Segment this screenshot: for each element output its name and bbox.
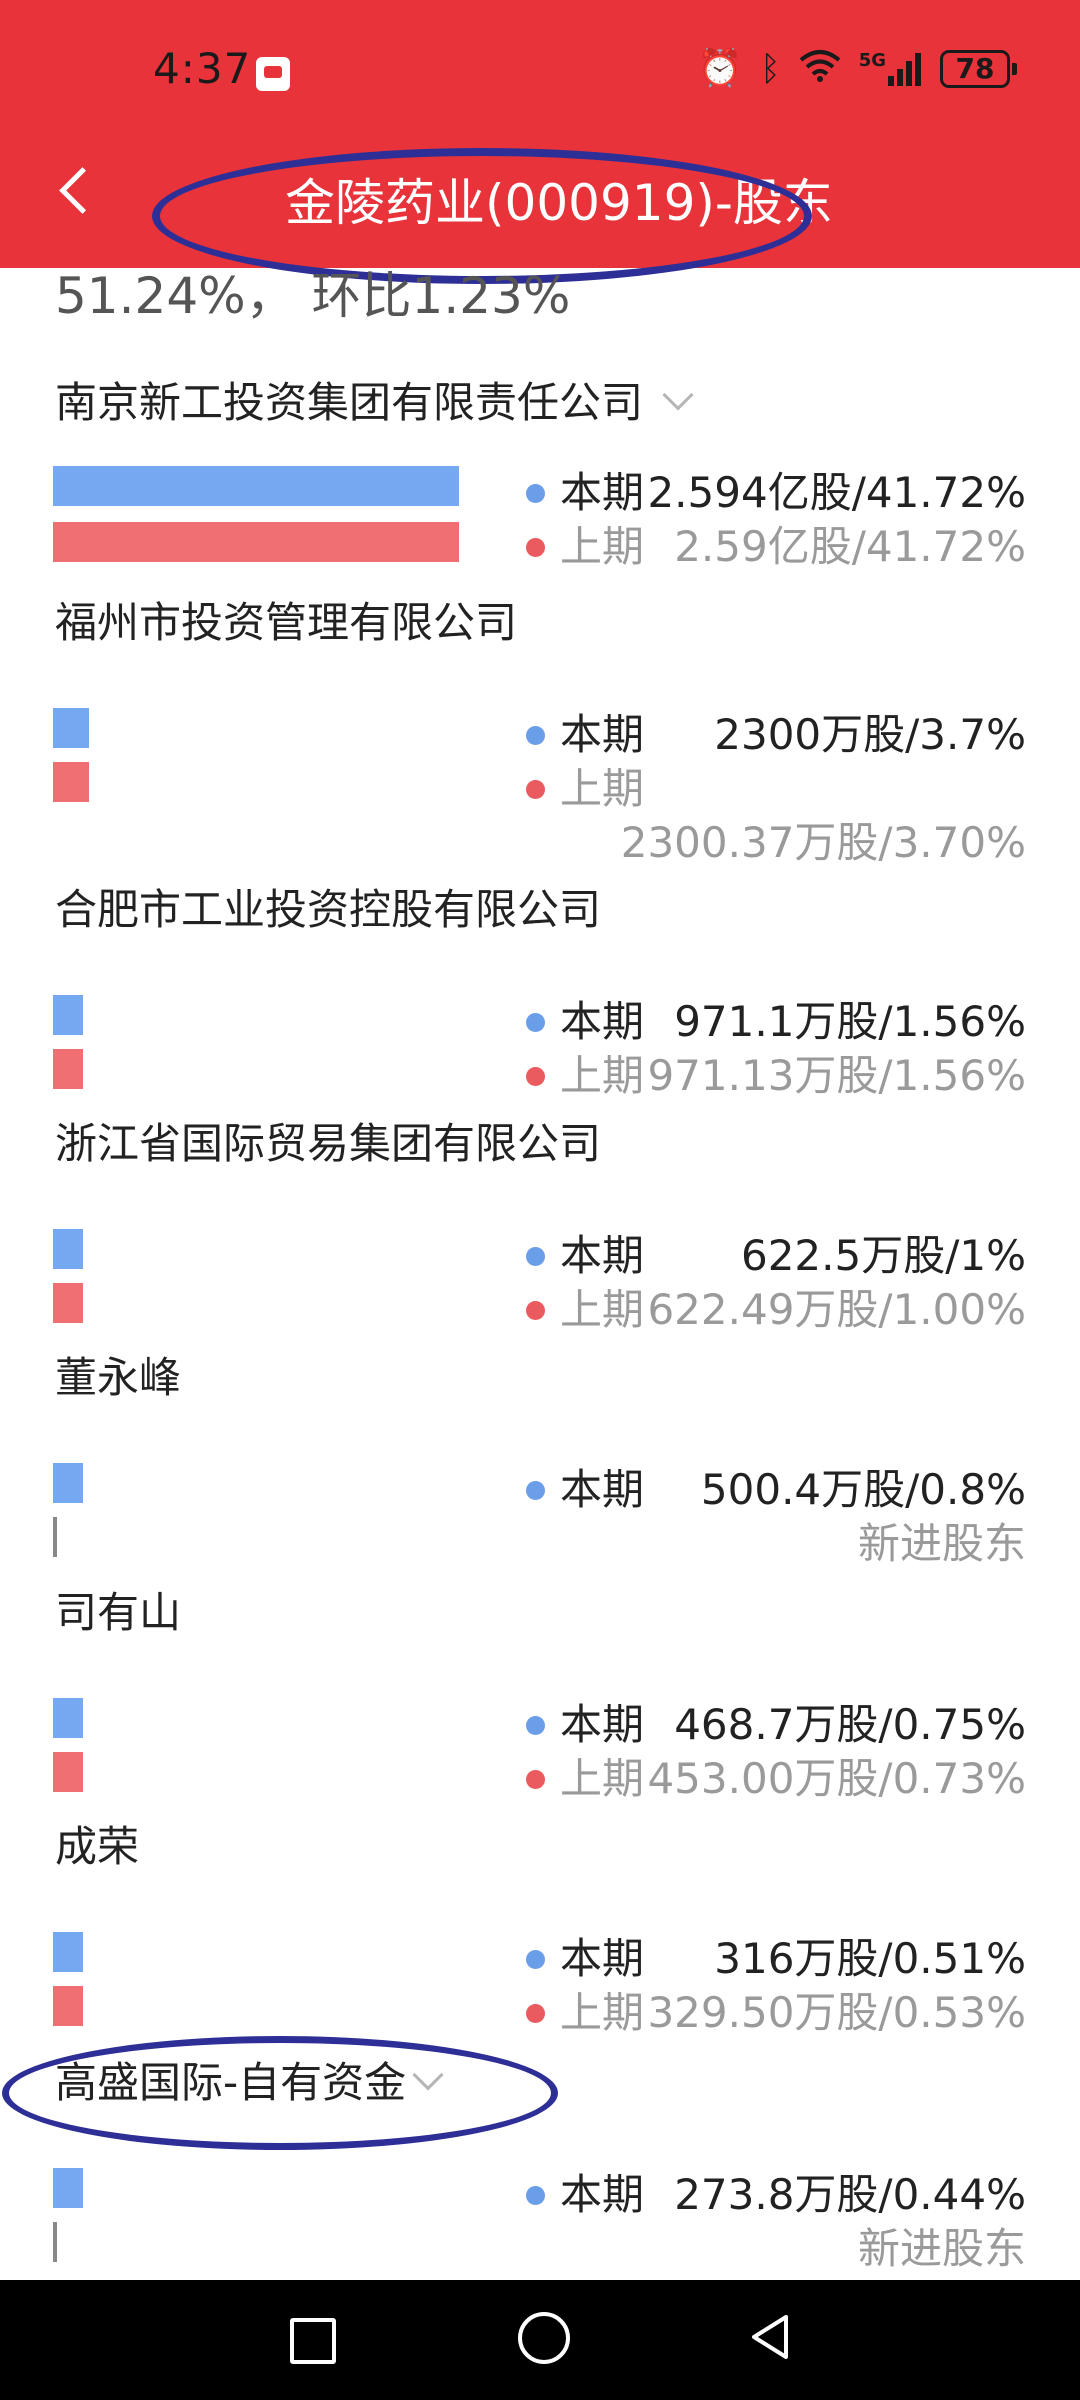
previous-period-dot <box>526 1067 545 1086</box>
current-period-dot <box>526 1013 545 1032</box>
previous-period-label: 上期 <box>560 1754 645 1803</box>
previous-period-dot <box>526 1770 545 1789</box>
wifi-icon <box>799 48 841 89</box>
shareholder-name: 董永峰 <box>55 1353 182 1402</box>
recents-square-icon[interactable] <box>276 2302 346 2372</box>
current-period-label: 本期 <box>560 710 645 759</box>
home-circle-icon[interactable] <box>508 2302 578 2372</box>
current-period-bar <box>53 708 89 748</box>
previous-period-value: 453.00万股/0.73% <box>647 1754 1026 1803</box>
current-period-dot <box>526 1481 545 1500</box>
shareholder-name: 合肥市工业投资控股有限公司 <box>55 885 602 934</box>
previous-period-value: 971.13万股/1.56% <box>647 1051 1026 1100</box>
previous-period-value: 2.59亿股/41.72% <box>674 522 1026 571</box>
current-period-value: 273.8万股/0.44% <box>674 2170 1026 2219</box>
shareholder-name: 浙江省国际贸易集团有限公司 <box>55 1119 602 1168</box>
current-period-bar <box>53 1229 83 1269</box>
previous-period-label: 上期 <box>560 1988 645 2037</box>
previous-period-label: 上期 <box>560 1285 645 1334</box>
alarm-icon: ⏰ <box>697 47 743 89</box>
app-notification-icon <box>256 57 290 91</box>
previous-period-value: 329.50万股/0.53% <box>647 1988 1026 2037</box>
previous-period-value: 622.49万股/1.00% <box>647 1285 1026 1334</box>
current-period-value: 468.7万股/0.75% <box>674 1700 1026 1749</box>
current-period-bar <box>53 1698 83 1738</box>
current-period-label: 本期 <box>560 2170 645 2219</box>
current-period-label: 本期 <box>560 997 645 1046</box>
new-holder-label: 新进股东 <box>857 1519 1026 1568</box>
current-period-bar <box>53 2168 83 2208</box>
current-period-dot <box>526 2186 545 2205</box>
current-period-label: 本期 <box>560 1465 645 1514</box>
current-period-label: 本期 <box>560 1231 645 1280</box>
current-period-value: 971.1万股/1.56% <box>674 997 1026 1046</box>
current-period-value: 622.5万股/1% <box>740 1231 1026 1280</box>
previous-period-dot <box>526 780 545 799</box>
current-period-label: 本期 <box>560 468 645 517</box>
battery-icon: 78 <box>940 49 1017 88</box>
previous-period-bar <box>53 1049 83 1089</box>
status-icons: ⏰ ᛒ 5G 78 <box>697 47 1017 89</box>
current-period-value: 500.4万股/0.8% <box>700 1465 1026 1514</box>
current-period-label: 本期 <box>560 1934 645 1983</box>
title-annotation-circle <box>152 148 812 284</box>
previous-period-label: 上期 <box>560 1051 645 1100</box>
current-period-value: 316万股/0.51% <box>714 1934 1026 1983</box>
current-period-value: 2300万股/3.7% <box>714 710 1026 759</box>
previous-period-bar <box>53 762 89 802</box>
back-button[interactable] <box>48 160 108 230</box>
previous-period-label: 上期 <box>560 764 645 813</box>
previous-period-bar-empty <box>53 1517 57 1557</box>
shareholder-name: 成荣 <box>55 1822 140 1871</box>
current-period-dot <box>526 1950 545 1969</box>
previous-period-bar <box>53 522 459 562</box>
previous-period-dot <box>526 2004 545 2023</box>
previous-period-bar-empty <box>53 2222 57 2262</box>
current-period-value: 2.594亿股/41.72% <box>647 468 1026 517</box>
shareholder-name: 福州市投资管理有限公司 <box>55 598 518 647</box>
summary-text: 51.24%， 环比1.23% <box>55 267 571 325</box>
current-period-dot <box>526 484 545 503</box>
new-holder-label: 新进股东 <box>857 2224 1026 2273</box>
previous-period-dot <box>526 538 545 557</box>
previous-period-value: 2300.37万股/3.70% <box>620 818 1026 867</box>
current-period-label: 本期 <box>560 1700 645 1749</box>
highlight-annotation-circle <box>2 2036 558 2150</box>
previous-period-bar <box>53 1283 83 1323</box>
bluetooth-icon: ᛒ <box>760 48 781 89</box>
back-triangle-icon[interactable] <box>736 2302 806 2372</box>
previous-period-dot <box>526 1301 545 1320</box>
current-period-dot <box>526 1247 545 1266</box>
previous-period-bar <box>53 1752 83 1792</box>
current-period-bar <box>53 466 459 506</box>
signal-icon: 5G <box>858 49 922 86</box>
current-period-bar <box>53 995 83 1035</box>
chevron-down-icon[interactable] <box>662 379 694 411</box>
shareholder-name: 南京新工投资集团有限责任公司 <box>55 378 644 427</box>
current-period-bar <box>53 1932 83 1972</box>
nav-bar <box>0 2280 1080 2400</box>
shareholder-name: 司有山 <box>55 1588 182 1637</box>
current-period-bar <box>53 1463 83 1503</box>
network-label: 5G <box>858 49 886 71</box>
status-time: 4:37 <box>153 44 252 93</box>
current-period-dot <box>526 726 545 745</box>
current-period-dot <box>526 1716 545 1735</box>
previous-period-label: 上期 <box>560 522 645 571</box>
previous-period-bar <box>53 1986 83 2026</box>
